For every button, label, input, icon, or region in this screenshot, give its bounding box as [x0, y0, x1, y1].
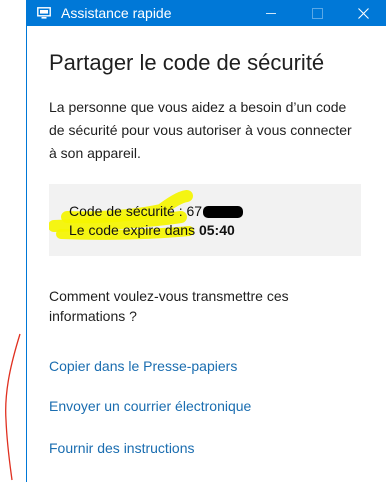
send-email-link[interactable]: Envoyer un courrier électronique — [49, 398, 386, 414]
share-method-question: Comment voulez-vous transmettre ces info… — [49, 288, 289, 324]
maximize-button[interactable] — [294, 0, 340, 26]
security-code-box: Code de sécurité : 67 Le code expire dan… — [49, 184, 361, 256]
title-bar[interactable]: Assistance rapide — [27, 0, 386, 26]
close-icon — [357, 7, 369, 19]
quick-assist-window: Assistance rapide Partager le code de sé… — [26, 0, 386, 482]
window-title: Assistance rapide — [61, 5, 172, 21]
page-title: Partager le code de sécurité — [49, 50, 325, 75]
remote-assistance-icon — [35, 4, 53, 22]
minimize-button[interactable] — [248, 0, 294, 26]
copy-to-clipboard-link[interactable]: Copier dans le Presse-papiers — [49, 358, 386, 374]
minimize-icon — [265, 12, 276, 14]
security-code-value: 67 — [186, 203, 203, 219]
maximize-icon — [311, 7, 323, 19]
window-controls — [248, 0, 386, 26]
redaction-mark — [203, 206, 244, 218]
expiry-line: Le code expire dans 05:40 — [69, 222, 235, 238]
security-code-line: Code de sécurité : 67 — [69, 203, 244, 219]
provide-instructions-link[interactable]: Fournir des instructions — [49, 440, 386, 456]
security-code-label: Code de sécurité : — [69, 203, 183, 219]
close-button[interactable] — [340, 0, 386, 26]
yellow-highlighter-mark — [49, 190, 194, 240]
screenshot: Assistance rapide Partager le code de sé… — [0, 0, 386, 482]
intro-text: La personne que vous aidez a besoin d’un… — [49, 99, 352, 161]
expiry-label: Le code expire dans — [69, 222, 196, 238]
dialog-content: Partager le code de sécurité La personne… — [27, 50, 386, 456]
expiry-time: 05:40 — [198, 222, 235, 238]
